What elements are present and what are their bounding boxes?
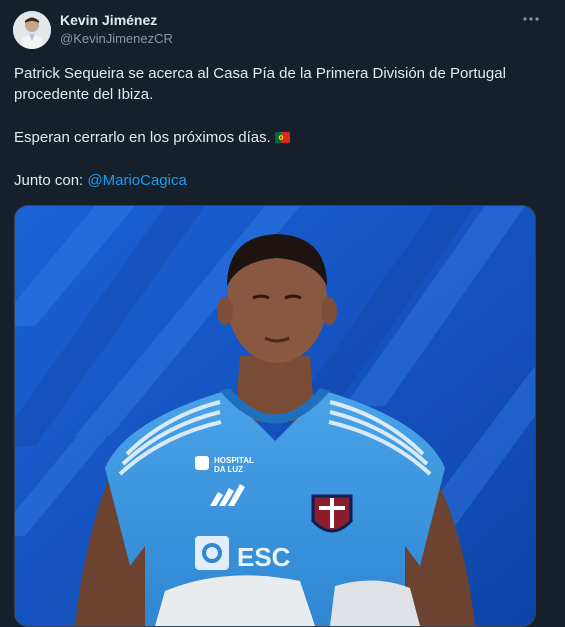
tweet-paragraph-2: Esperan cerrarlo en los próximos días. — [14, 127, 544, 148]
sponsor-line-2: DA LUZ — [214, 465, 243, 474]
sponsor-line-1: HOSPITAL — [214, 456, 254, 465]
mention-link[interactable]: @MarioCagica — [87, 172, 186, 189]
tweet-paragraph-2-text: Esperan cerrarlo en los próximos días. — [14, 129, 271, 146]
author-name[interactable]: Kevin Jiménez — [60, 12, 157, 28]
player-photo: HOSPITAL DA LUZ ESC — [15, 206, 535, 626]
chest-sponsor-text: ESC — [237, 542, 291, 572]
with-label: Junto con: — [14, 172, 84, 189]
avatar-image — [13, 11, 51, 49]
tweet-media-image[interactable]: HOSPITAL DA LUZ ESC — [14, 205, 536, 627]
avatar[interactable] — [13, 11, 51, 49]
more-horizontal-icon — [523, 17, 539, 21]
more-options-button[interactable] — [521, 9, 541, 29]
club-crest — [311, 494, 353, 533]
tweet-text: Patrick Sequeira se acerca al Casa Pía d… — [14, 63, 544, 191]
author-handle[interactable]: @KevinJimenezCR — [60, 31, 173, 46]
chest-sponsor: ESC — [195, 536, 291, 572]
tweet-card: Kevin Jiménez @KevinJimenezCR Patrick Se… — [0, 0, 565, 627]
tweet-paragraph-1: Patrick Sequeira se acerca al Casa Pía d… — [14, 65, 506, 103]
portugal-flag-icon — [274, 132, 290, 143]
tweet-paragraph-3: Junto con: @MarioCagica — [14, 170, 544, 191]
